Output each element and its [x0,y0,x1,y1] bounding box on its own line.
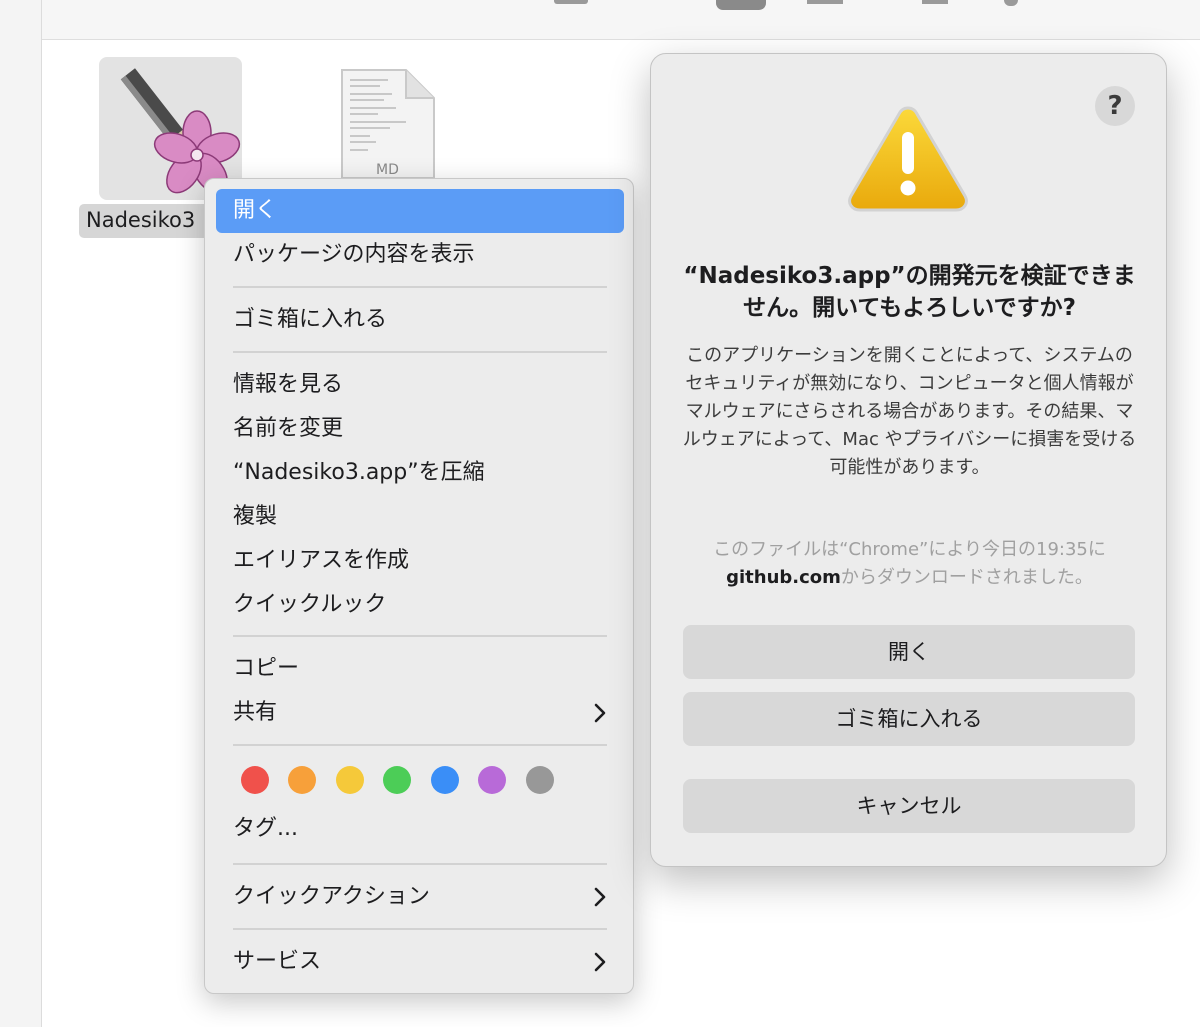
menu-item-label: サービス [233,949,322,974]
menu-item-quick-look[interactable]: クイックルック [216,583,624,627]
alert-message: このアプリケーションを開くことによって、システムのセキュリティが無効になり、コン… [682,345,1137,478]
menu-item-label: タグ... [233,816,298,841]
source-prefix: このファイルは“Chrome”により今日の19:35に [713,539,1106,560]
toolbar-group-icon[interactable] [716,0,766,10]
open-button[interactable]: 開く [683,625,1135,679]
md-file-icon[interactable]: MD [340,68,436,180]
menu-item-show-package-contents[interactable]: パッケージの内容を表示 [216,233,624,277]
menu-item-label: 共有 [233,700,278,725]
warning-triangle-icon [848,106,968,212]
menu-item-get-info[interactable]: 情報を見る [216,363,624,407]
finder-sidebar [0,0,42,1027]
toolbar-share-icon[interactable] [922,0,948,4]
menu-item-duplicate[interactable]: 複製 [216,495,624,539]
menu-item-label: クイックアクション [233,884,430,909]
cancel-button[interactable]: キャンセル [683,779,1135,833]
menu-separator [233,286,607,288]
menu-separator [233,863,607,865]
menu-separator [233,928,607,930]
menu-item-label: 複製 [233,504,278,529]
menu-item-tags[interactable]: タグ... [216,807,624,851]
tag-orange[interactable] [288,766,316,794]
source-domain: github.com [726,567,841,588]
menu-item-label: コピー [233,656,300,681]
menu-item-label: エイリアスを作成 [233,548,410,573]
menu-item-services[interactable]: サービス [216,940,624,984]
gatekeeper-alert-dialog: ? “Nadesiko3.app”の開発元を検証できません。開いてもよろしいです… [650,53,1167,867]
tag-blue[interactable] [431,766,459,794]
toolbar-gallery-icon[interactable] [807,0,843,4]
menu-item-label: パッケージの内容を表示 [233,242,475,267]
menu-item-label: 情報を見る [233,372,344,397]
menu-item-quick-actions[interactable]: クイックアクション [216,875,624,919]
menu-item-make-alias[interactable]: エイリアスを作成 [216,539,624,583]
file-extension-label: MD [376,162,399,178]
toolbar-view-icon[interactable] [554,0,588,4]
menu-item-share[interactable]: 共有 [216,691,624,735]
chevron-right-icon [594,703,606,723]
menu-item-compress[interactable]: “Nadesiko3.app”を圧縮 [216,451,624,495]
tag-green[interactable] [383,766,411,794]
help-button[interactable]: ? [1095,86,1135,126]
menu-separator [233,635,607,637]
finder-toolbar [42,0,1200,40]
menu-item-label: クイックルック [233,592,387,617]
menu-item-move-to-trash[interactable]: ゴミ箱に入れる [216,298,624,342]
toolbar-tag-icon[interactable] [1004,0,1018,6]
context-menu: 開く パッケージの内容を表示 ゴミ箱に入れる 情報を見る 名前を変更 “Nade… [204,178,634,994]
menu-item-copy[interactable]: コピー [216,647,624,691]
move-to-trash-button[interactable]: ゴミ箱に入れる [683,692,1135,746]
menu-item-label: 名前を変更 [233,416,344,441]
menu-item-rename[interactable]: 名前を変更 [216,407,624,451]
tag-yellow[interactable] [336,766,364,794]
download-source-note: このファイルは“Chrome”により今日の19:35に github.comからダ… [681,536,1138,592]
menu-item-open[interactable]: 開く [216,189,624,233]
tag-red[interactable] [241,766,269,794]
menu-item-label: ゴミ箱に入れる [233,307,388,332]
alert-title: “Nadesiko3.app”の開発元を検証できません。開いてもよろしいですか? [683,263,1136,321]
menu-separator [233,744,607,746]
menu-item-label: “Nadesiko3.app”を圧縮 [233,460,485,485]
menu-separator [233,351,607,353]
source-suffix: からダウンロードされました。 [840,567,1093,588]
chevron-right-icon [594,887,606,907]
chevron-right-icon [594,952,606,972]
menu-item-label: 開く [233,198,278,223]
tag-purple[interactable] [478,766,506,794]
app-file-name[interactable]: Nadesiko3 [79,204,219,238]
tag-gray[interactable] [526,766,554,794]
